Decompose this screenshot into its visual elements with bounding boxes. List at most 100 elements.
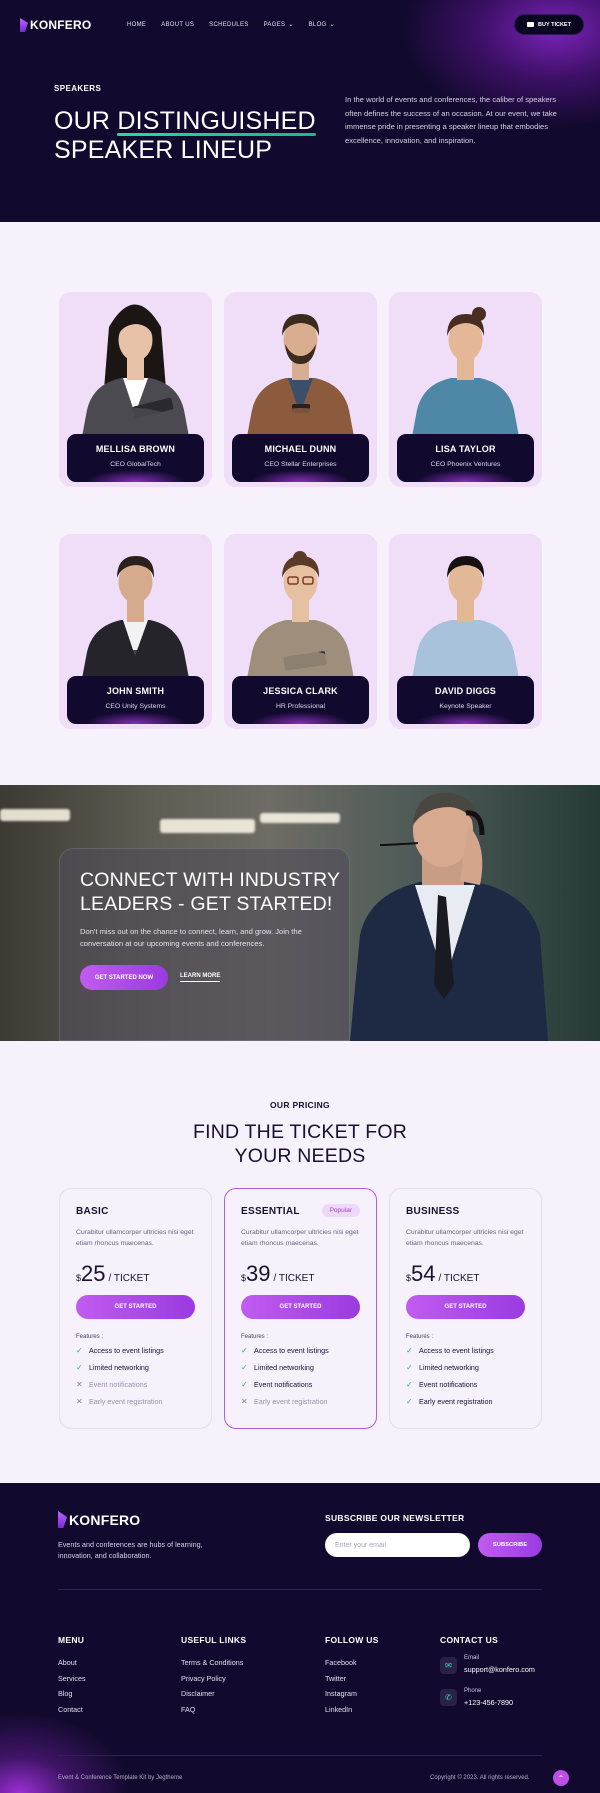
email-value[interactable]: support@konfero.com [464, 1665, 535, 1674]
speaker-label: MICHAEL DUNN CEO Stellar Enterprises [232, 434, 369, 482]
pricing-title: FIND THE TICKET FOR YOUR NEEDS [193, 1121, 407, 1167]
speaker-photo [350, 792, 548, 1041]
logo-icon [20, 18, 28, 32]
check-icon: ✓ [406, 1363, 413, 1372]
get-started-button[interactable]: GET STARTED [406, 1295, 525, 1319]
speaker-name: MELLISA BROWN [95, 444, 176, 454]
feature-item: ✓ Access to event listings [406, 1346, 494, 1355]
pricing-eyebrow: OUR PRICING [270, 1100, 330, 1110]
speaker-label: JESSICA CLARK HR Professional [232, 676, 369, 724]
footer-link-twitter[interactable]: Twitter [325, 1674, 346, 1683]
get-started-button[interactable]: GET STARTED [241, 1295, 360, 1319]
main-nav: HOME ABOUT US SCHEDULES PAGES ⌄ BLOG ⌄ [127, 21, 350, 29]
footer-copyright: Copyright © 2023. All rights reserved. [430, 1775, 530, 1781]
footer-link-blog[interactable]: Blog [58, 1689, 72, 1698]
speaker-card[interactable]: MICHAEL DUNN CEO Stellar Enterprises [224, 292, 377, 487]
feature-item: ✕ Early event registration [76, 1397, 163, 1406]
speaker-role: HR Professional [275, 703, 326, 710]
footer-link-about[interactable]: About [58, 1658, 77, 1667]
nav-schedules[interactable]: SCHEDULES [209, 21, 248, 28]
footer-link-faq[interactable]: FAQ [181, 1705, 195, 1714]
learn-more-link[interactable]: LEARN MORE [180, 973, 221, 982]
speaker-card[interactable]: DAVID DIGGS Keynote Speaker [389, 534, 542, 729]
check-icon: ✓ [241, 1346, 248, 1355]
back-to-top-button[interactable]: ⌃ [553, 1770, 569, 1786]
nav-blog[interactable]: BLOG ⌄ [309, 21, 335, 29]
footer-link-terms[interactable]: Terms & Conditions [181, 1658, 243, 1667]
speaker-photo [411, 556, 520, 684]
feature-item: ✓ Event notifications [406, 1380, 478, 1389]
speaker-name: DAVID DIGGS [434, 686, 497, 696]
ceiling-light [260, 813, 340, 823]
check-icon: ✓ [76, 1346, 83, 1355]
speaker-photo [246, 551, 355, 684]
get-started-button[interactable]: GET STARTED NOW [80, 965, 168, 990]
hero-eyebrow: SPEAKERS [54, 84, 102, 93]
hero-section: KONFERO HOME ABOUT US SCHEDULES PAGES ⌄ B… [0, 0, 600, 222]
follow-us-heading: FOLLOW US [325, 1635, 379, 1645]
feature-item: ✕ Event notifications [76, 1380, 148, 1389]
pricing-card-business: BUSINESS Curabitur ullamcorper ultricies … [389, 1188, 542, 1429]
logo-text: KONFERO [30, 18, 92, 32]
speaker-card[interactable]: JOHN SMITH CEO Unity Systems [59, 534, 212, 729]
speaker-card[interactable]: LISA TAYLOR CEO Phoenix Ventures [389, 292, 542, 487]
nav-pages[interactable]: PAGES ⌄ [264, 21, 294, 29]
speaker-card[interactable]: JESSICA CLARK HR Professional [224, 534, 377, 729]
features-label: Features : [241, 1334, 269, 1340]
chevron-down-icon: ⌄ [329, 22, 335, 28]
hero-title: OUR DISTINGUISHED SPEAKER LINEUP [54, 107, 317, 164]
speaker-photo [81, 556, 190, 684]
speaker-label: MELLISA BROWN CEO GlobalTech [67, 434, 204, 482]
nav-about[interactable]: ABOUT US [161, 21, 194, 28]
plan-price: $ 39 / TICKET [241, 1261, 315, 1286]
ceiling-light [0, 809, 70, 821]
nav-home[interactable]: HOME [127, 21, 146, 28]
speaker-name: LISA TAYLOR [435, 444, 496, 454]
speaker-name: JESSICA CLARK [263, 686, 338, 696]
speaker-photo [246, 314, 355, 442]
email-label: Email [464, 1655, 480, 1661]
footer-credit: Event & Conference Template Kit by Jegth… [58, 1775, 183, 1781]
get-started-button[interactable]: GET STARTED [76, 1295, 195, 1319]
footer-logo[interactable]: KONFERO [58, 1511, 140, 1528]
speaker-card[interactable]: MELLISA BROWN CEO GlobalTech [59, 292, 212, 487]
hero-description: In the world of events and conferences, … [345, 95, 557, 145]
pricing-card-essential: ESSENTIAL Popular Curabitur ullamcorper ul… [224, 1188, 377, 1429]
footer-link-instagram[interactable]: Instagram [325, 1689, 357, 1698]
speaker-role: CEO Stellar Enterprises [264, 461, 337, 468]
footer-link-services[interactable]: Services [58, 1674, 86, 1683]
cta-section: CONNECT WITH INDUSTRY LEADERS - GET START… [0, 785, 600, 1041]
newsletter-title: SUBSCRIBE OUR NEWSLETTER [325, 1513, 465, 1523]
speaker-label: LISA TAYLOR CEO Phoenix Ventures [397, 434, 534, 482]
speaker-photo [81, 304, 190, 442]
footer-link-contact[interactable]: Contact [58, 1705, 83, 1714]
logo-text: KONFERO [69, 1511, 141, 1528]
buy-ticket-button[interactable]: BUY TICKET [514, 14, 584, 35]
footer-divider [58, 1589, 542, 1590]
cross-icon: ✕ [241, 1397, 248, 1406]
plan-price: $ 54 / TICKET [406, 1261, 480, 1286]
cta-description: Don't miss out on the chance to connect,… [80, 927, 302, 948]
logo[interactable]: KONFERO [20, 18, 91, 32]
footer-divider [58, 1755, 542, 1756]
features-label: Features : [76, 1334, 104, 1340]
subscribe-button[interactable]: SUBSCRIBE [478, 1533, 542, 1557]
speaker-name: MICHAEL DUNN [264, 444, 337, 454]
plan-name: BUSINESS [406, 1206, 460, 1217]
email-icon: ✉ [440, 1657, 457, 1674]
check-icon: ✓ [241, 1380, 248, 1389]
footer-link-facebook[interactable]: Facebook [325, 1658, 357, 1667]
phone-icon: ✆ [440, 1689, 457, 1706]
phone-value[interactable]: +123-456-7890 [464, 1698, 513, 1707]
speaker-role: CEO Unity Systems [105, 703, 166, 710]
footer-link-linkedin[interactable]: LinkedIn [325, 1705, 352, 1714]
feature-item: ✕ Early event registration [241, 1397, 328, 1406]
features-label: Features : [406, 1334, 434, 1340]
footer-link-disclaimer[interactable]: Disclaimer [181, 1689, 215, 1698]
newsletter-email-input[interactable] [325, 1533, 470, 1557]
footer-link-privacy[interactable]: Privacy Policy [181, 1674, 226, 1683]
feature-item: ✓ Event notifications [241, 1380, 313, 1389]
feature-item: ✓ Limited networking [76, 1363, 149, 1372]
feature-item: ✓ Limited networking [241, 1363, 314, 1372]
feature-item: ✓ Access to event listings [76, 1346, 164, 1355]
